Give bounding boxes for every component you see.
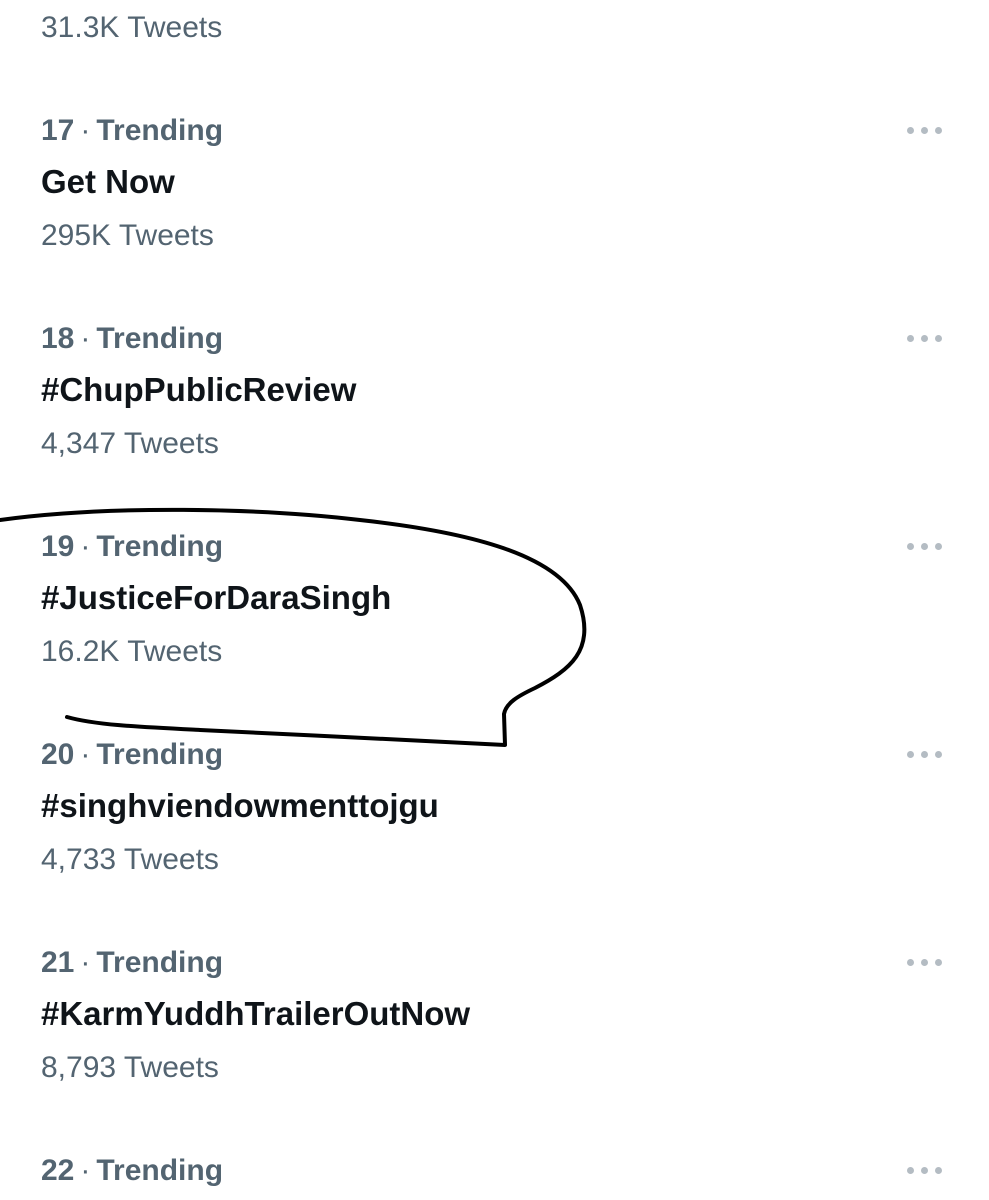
trend-topic[interactable]: #JusticeForDaraSingh [41, 578, 391, 618]
more-horizontal-icon[interactable] [905, 331, 945, 345]
trend-label: Trending [96, 322, 224, 355]
trend-separator: · [80, 1154, 91, 1187]
more-horizontal-icon[interactable] [905, 123, 945, 137]
trend-topic[interactable]: #singhviendowmenttojgu [41, 786, 439, 826]
trend-separator: · [80, 946, 91, 979]
trend-rank: 21 [41, 946, 75, 979]
trend-item[interactable]: 17 · Trending Get Now 295K Tweets [0, 113, 989, 293]
trend-separator: · [80, 530, 91, 563]
trend-rank: 18 [41, 322, 75, 355]
trend-item[interactable]: 22 · Trending [0, 1153, 989, 1200]
trend-topic[interactable]: #KarmYuddhTrailerOutNow [41, 994, 470, 1034]
trend-label: Trending [96, 1154, 224, 1187]
trend-meta: 19 · Trending [41, 529, 223, 565]
more-horizontal-icon[interactable] [905, 539, 945, 553]
more-horizontal-icon[interactable] [905, 955, 945, 969]
trend-rank: 19 [41, 530, 75, 563]
trend-meta: 18 · Trending [41, 321, 223, 357]
trend-label: Trending [96, 946, 224, 979]
more-horizontal-icon[interactable] [905, 1163, 945, 1177]
trend-rank: 20 [41, 738, 75, 771]
trend-tweet-count: 4,733 Tweets [41, 843, 219, 876]
trend-tweet-count: 16.2K Tweets [41, 635, 223, 668]
trend-rank: 22 [41, 1154, 75, 1187]
trend-label: Trending [96, 738, 224, 771]
trend-topic[interactable]: Get Now [41, 162, 175, 202]
trend-topic[interactable]: #ChupPublicReview [41, 370, 356, 410]
trend-separator: · [80, 322, 91, 355]
more-horizontal-icon[interactable] [905, 747, 945, 761]
trend-tweet-count: 4,347 Tweets [41, 427, 219, 460]
trend-separator: · [80, 114, 91, 147]
trend-item[interactable]: 20 · Trending #singhviendowmenttojgu 4,733… [0, 737, 989, 917]
trend-rank: 17 [41, 114, 75, 147]
trend-meta: 22 · Trending [41, 1153, 223, 1189]
trend-label: Trending [96, 530, 224, 563]
trend-tweet-count: 8,793 Tweets [41, 1051, 219, 1084]
trend-meta: 17 · Trending [41, 113, 223, 149]
trend-item[interactable]: 18 · Trending #ChupPublicReview 4,347 Twee… [0, 321, 989, 501]
trend-tweet-count: 31.3K Tweets [41, 11, 223, 44]
trend-label: Trending [96, 114, 224, 147]
trend-meta: 21 · Trending [41, 945, 223, 981]
trend-item[interactable]: 19 · Trending #JusticeForDaraSingh 16.2K T… [0, 529, 989, 709]
trend-item[interactable]: 21 · Trending #KarmYuddhTrailerOutNow 8,79… [0, 945, 989, 1125]
trend-tweet-count: 295K Tweets [41, 219, 214, 252]
trend-separator: · [80, 738, 91, 771]
trend-meta: 20 · Trending [41, 737, 223, 773]
